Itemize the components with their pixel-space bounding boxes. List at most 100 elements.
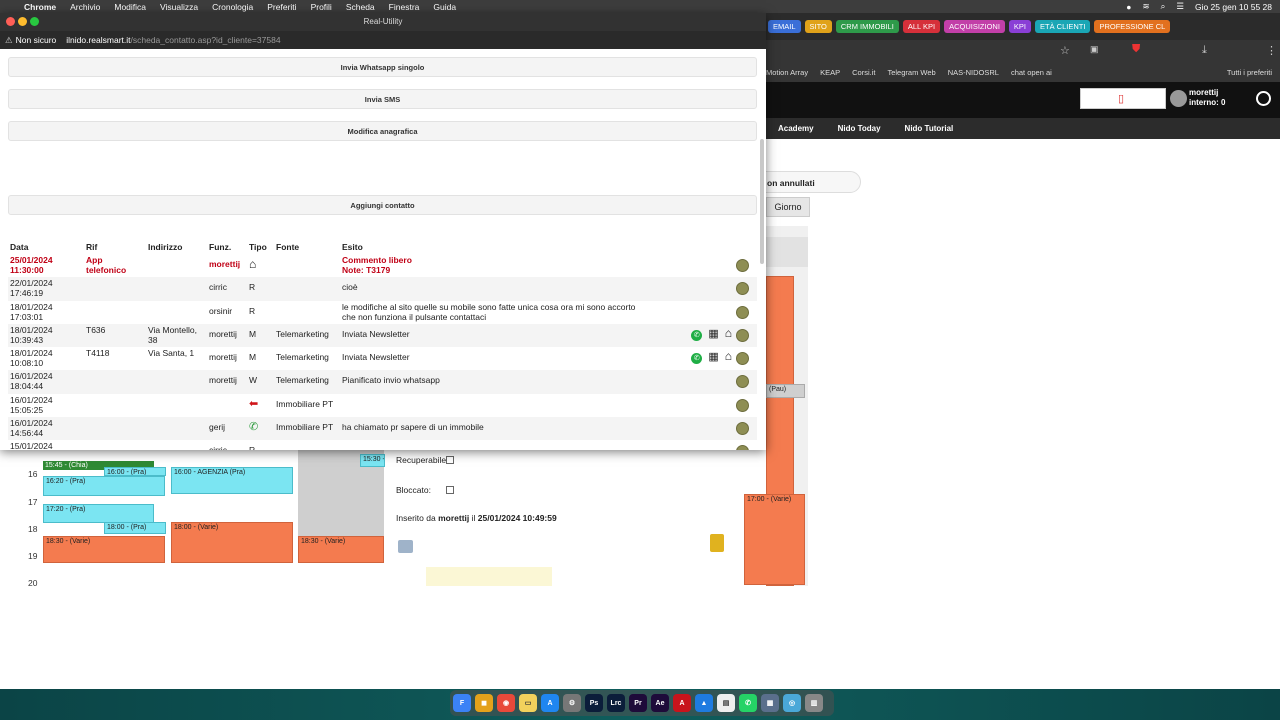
- browser-tab[interactable]: ALL KPI: [902, 20, 941, 33]
- browser-tab[interactable]: ETÀ CLIENTI: [1035, 20, 1091, 33]
- scrollbar[interactable]: [760, 139, 764, 264]
- extension-icon[interactable]: ▣: [1090, 44, 1099, 55]
- calendar-event[interactable]: 16:20 - (Pra): [43, 476, 165, 496]
- bookmark-item[interactable]: Telegram Web: [887, 68, 935, 77]
- menu-item-cronologia[interactable]: Cronologia: [212, 2, 253, 12]
- menu-item-scheda[interactable]: Scheda: [346, 2, 375, 12]
- calendar-event[interactable]: 16:00 - (Pra): [104, 467, 166, 476]
- dock-app-icon[interactable]: ◼: [475, 694, 493, 712]
- menu-item-preferiti[interactable]: Preferiti: [267, 2, 296, 12]
- calendar-event[interactable]: 17:00 - (Varie): [744, 494, 805, 585]
- pdf-icon[interactable]: ⛊: [1132, 43, 1140, 56]
- browser-tab[interactable]: EMAIL: [768, 20, 801, 33]
- dock-app-icon[interactable]: ◎: [783, 694, 801, 712]
- dock-app-icon[interactable]: ▤: [717, 694, 735, 712]
- browser-tab[interactable]: PROFESSIONE CL: [1094, 20, 1171, 33]
- table-row[interactable]: 16/01/2024 15:05:25 ⬅ Immobiliare PT: [8, 394, 757, 417]
- bookmark-item[interactable]: Motion Array: [766, 68, 808, 77]
- dock-app-icon[interactable]: Ae: [651, 694, 669, 712]
- calendar-icon[interactable]: ▦: [708, 328, 718, 340]
- row-detail-icon[interactable]: [736, 305, 749, 319]
- table-row[interactable]: 18/01/2024 17:03:01 orsinir Rle modifiche a…: [8, 301, 757, 324]
- browser-tab[interactable]: SITO: [804, 20, 832, 33]
- whatsapp-icon[interactable]: ✆: [691, 329, 703, 341]
- menu-clock[interactable]: Gio 25 gen 10 55 28: [1195, 2, 1272, 12]
- dock-app-icon[interactable]: Pr: [629, 694, 647, 712]
- browser-tab[interactable]: ACQUISIZIONI: [944, 20, 1005, 33]
- dock-app-icon[interactable]: A: [673, 694, 691, 712]
- dock-app-icon[interactable]: Ps: [585, 694, 603, 712]
- menu-item-archivio[interactable]: Archivio: [70, 2, 100, 12]
- table-row[interactable]: 16/01/2024 14:56:44 gerij ✆ Immobiliare PT ha…: [8, 417, 757, 441]
- calendar-icon[interactable]: ▦: [708, 351, 718, 363]
- browser-tab[interactable]: KPI: [1008, 20, 1031, 33]
- send-whatsapp-button[interactable]: Invia Whatsapp singolo: [8, 57, 757, 77]
- dock-app-icon[interactable]: ◉: [497, 694, 515, 712]
- send-sms-button[interactable]: Invia SMS: [8, 89, 757, 109]
- dock-app-icon[interactable]: ▭: [519, 694, 537, 712]
- more-icon[interactable]: ⋮: [1266, 44, 1277, 57]
- table-row[interactable]: 25/01/2024 11:30:00 App telefonico morettij…: [8, 254, 757, 277]
- whatsapp-icon[interactable]: ✆: [691, 353, 703, 365]
- browser-tab[interactable]: CRM IMMOBILI: [835, 20, 899, 33]
- dock-app-icon[interactable]: ▦: [761, 694, 779, 712]
- menu-item-finestra[interactable]: Finestra: [389, 2, 420, 12]
- row-detail-icon[interactable]: [736, 422, 749, 436]
- table-row[interactable]: 22/01/2024 17:46:19 cirric Rcioè: [8, 277, 757, 301]
- menu-item-modifica[interactable]: Modifica: [114, 2, 146, 12]
- row-detail-icon[interactable]: [736, 352, 749, 366]
- print-icon[interactable]: [398, 540, 413, 553]
- bookmark-item[interactable]: Corsi.it: [852, 68, 875, 77]
- row-detail-icon[interactable]: [736, 282, 749, 296]
- menu-item-chrome[interactable]: Chrome: [24, 2, 56, 12]
- menu-item-guida[interactable]: Guida: [433, 2, 456, 12]
- calendar-event[interactable]: 15:30 -: [360, 454, 385, 467]
- dock-app-icon[interactable]: ✆: [739, 694, 757, 712]
- phone-widget[interactable]: ▯: [1080, 88, 1166, 109]
- menu-item-visualizza[interactable]: Visualizza: [160, 2, 198, 12]
- dock-app-icon[interactable]: ▲: [695, 694, 713, 712]
- bookmark-item[interactable]: chat open ai: [1011, 68, 1052, 77]
- nav-item[interactable]: Academy: [766, 124, 826, 133]
- calendar-event[interactable]: 18:30 - (Varie): [298, 536, 384, 563]
- dock-app-icon[interactable]: ▥: [805, 694, 823, 712]
- calendar-event[interactable]: 16:00 - AGENZIA (Pra): [171, 467, 293, 494]
- table-row[interactable]: 16/01/2024 18:04:44 morettij W Telemarketing…: [8, 370, 757, 394]
- row-detail-icon[interactable]: [736, 398, 749, 412]
- minimize-window-button[interactable]: [18, 17, 27, 26]
- row-detail-icon[interactable]: [736, 259, 749, 272]
- lock-icon[interactable]: [710, 534, 724, 552]
- popup-address-bar[interactable]: ⚠ Non sicuro ilnido.realsmart.it/scheda_…: [0, 31, 766, 49]
- bookmark-item[interactable]: KEAP: [820, 68, 840, 77]
- bookmark-item[interactable]: NAS-NIDOSRL: [948, 68, 999, 77]
- recuperabile-checkbox[interactable]: [446, 456, 454, 464]
- row-detail-icon[interactable]: [736, 375, 749, 389]
- row-detail-icon[interactable]: [736, 445, 749, 450]
- download-icon[interactable]: ⤓: [1202, 44, 1207, 57]
- calendar-event[interactable]: 17:20 - (Pra): [43, 504, 154, 523]
- calendar-event[interactable]: (Pau): [766, 384, 805, 398]
- house-icon[interactable]: ⌂: [725, 326, 732, 340]
- table-row[interactable]: 18/01/2024 10:39:43 T636 Via Montello, 38 mo…: [8, 323, 757, 348]
- close-window-button[interactable]: [6, 17, 15, 26]
- control-center-icon[interactable]: ☰: [1176, 1, 1184, 12]
- day-view-button[interactable]: Giorno: [766, 197, 810, 217]
- dock-app-icon[interactable]: A: [541, 694, 559, 712]
- row-detail-icon[interactable]: [736, 328, 749, 342]
- nav-item[interactable]: Nido Today: [826, 124, 893, 133]
- record-icon[interactable]: ●: [1126, 2, 1131, 12]
- dock-app-icon[interactable]: ⚙: [563, 694, 581, 712]
- calendar-event[interactable]: 18:00 - (Pra): [104, 522, 166, 534]
- menu-item-profili[interactable]: Profili: [311, 2, 332, 12]
- dock-app-icon[interactable]: Lrc: [607, 694, 625, 712]
- bookmark-item[interactable]: Tutti i preferiti: [1227, 68, 1272, 77]
- search-icon[interactable]: ⌕: [1161, 1, 1166, 12]
- add-contact-button[interactable]: Aggiungi contatto: [8, 195, 757, 215]
- power-icon[interactable]: [1256, 91, 1271, 106]
- calendar-event[interactable]: 18:30 - (Varie): [43, 536, 165, 563]
- table-row[interactable]: 18/01/2024 10:08:10 T4118 Via Santa, 1 moret…: [8, 347, 757, 370]
- house-icon[interactable]: ⌂: [725, 349, 732, 363]
- wifi-icon[interactable]: ≋: [1142, 1, 1149, 12]
- bloccato-checkbox[interactable]: [446, 486, 454, 494]
- edit-registry-button[interactable]: Modifica anagrafica: [8, 121, 757, 141]
